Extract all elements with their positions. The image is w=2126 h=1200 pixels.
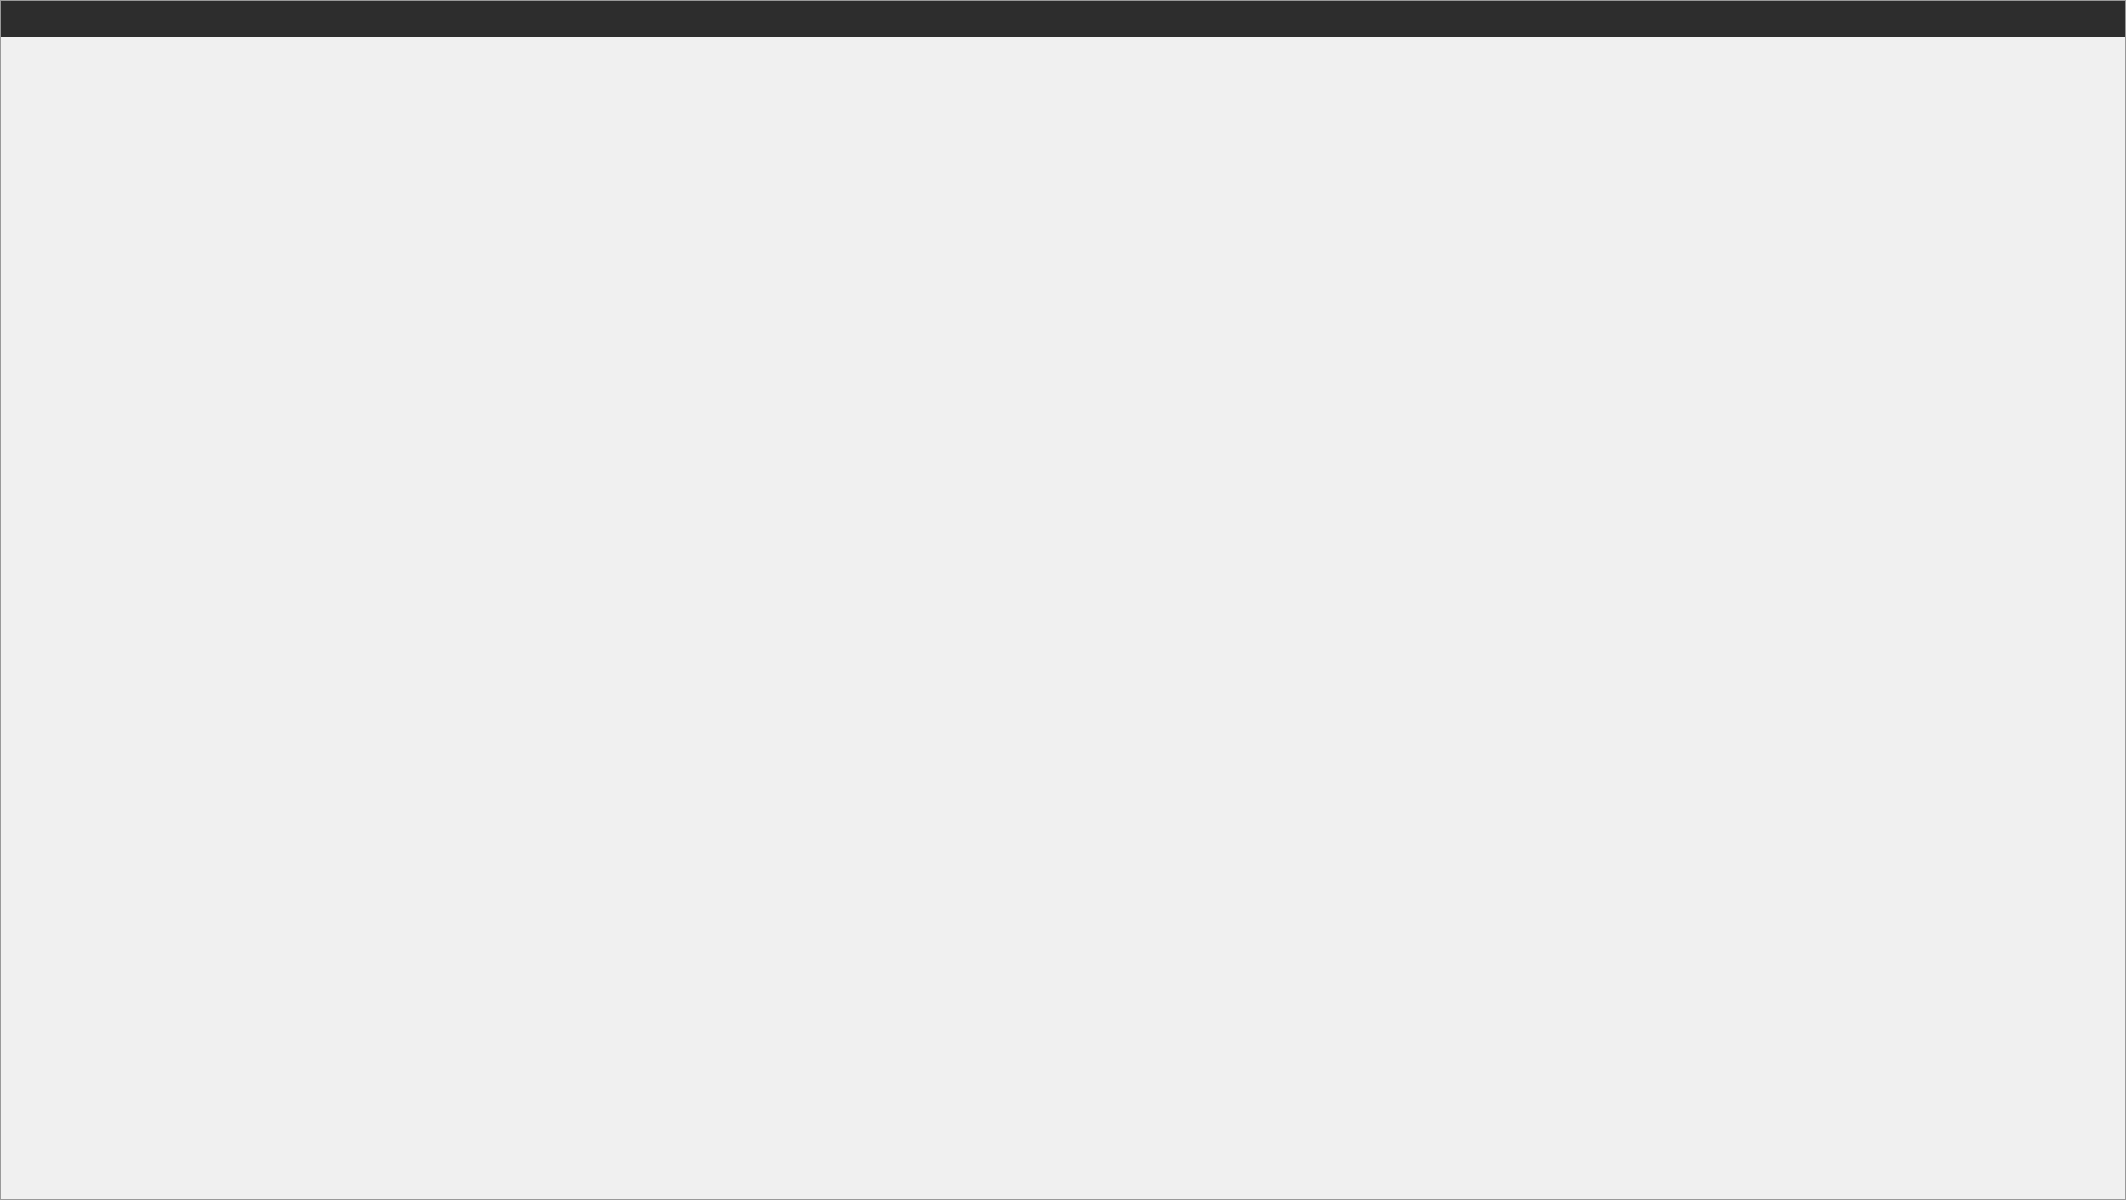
content-area bbox=[1, 37, 2125, 1199]
title-bar bbox=[1, 1, 2125, 37]
app-window bbox=[0, 0, 2126, 1200]
